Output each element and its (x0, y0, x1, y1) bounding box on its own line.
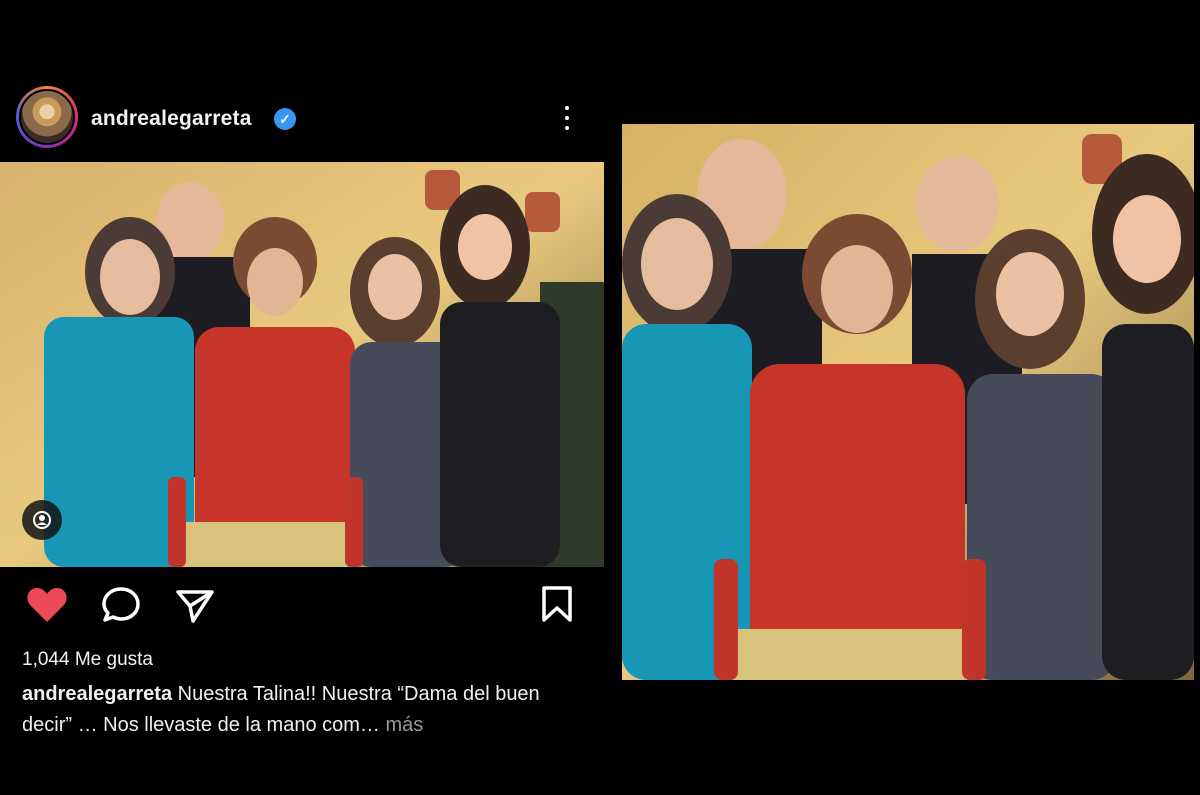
enlarged-photo (622, 124, 1194, 680)
heart-icon[interactable] (24, 582, 70, 628)
comment-icon[interactable] (98, 582, 144, 628)
caption-more-link[interactable]: más (385, 714, 423, 736)
post-photo[interactable] (0, 162, 604, 567)
instagram-post: andrealegarreta ✓ 1,044 Me gusta andreal… (0, 72, 604, 795)
post-caption: andrealegarreta Nuestra Talina!! Nuestra… (22, 679, 592, 741)
user-tag-icon[interactable] (22, 500, 62, 540)
post-username[interactable]: andrealegarreta (91, 107, 252, 131)
share-icon[interactable] (172, 582, 218, 628)
bookmark-icon[interactable] (534, 582, 580, 628)
avatar[interactable] (16, 86, 78, 148)
post-actions (0, 582, 604, 628)
likes-count[interactable]: 1,044 Me gusta (22, 649, 153, 671)
caption-username[interactable]: andrealegarreta (22, 683, 172, 705)
verified-badge-icon: ✓ (274, 108, 296, 130)
more-options-icon[interactable] (554, 100, 580, 136)
post-header: andrealegarreta ✓ (0, 72, 604, 162)
